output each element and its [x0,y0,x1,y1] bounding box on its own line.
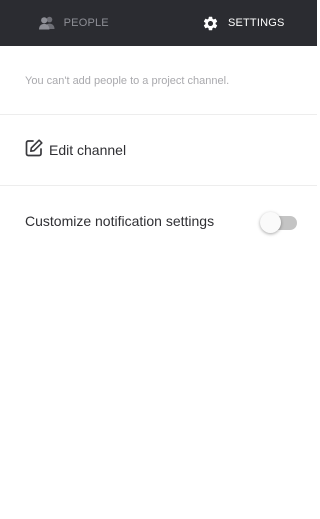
divider [0,114,317,115]
people-icon [38,16,55,30]
edit-channel-button[interactable]: Edit channel [25,138,127,162]
customize-notifications-label: Customize notification settings [25,213,215,229]
tab-settings[interactable]: SETTINGS [156,0,318,46]
edit-channel-label: Edit channel [49,142,127,158]
toggle-knob [260,212,281,233]
edit-icon [25,138,43,162]
tab-people[interactable]: PEOPLE [0,0,156,46]
gear-icon [202,15,219,32]
tab-bar: PEOPLE SETTINGS [0,0,317,46]
tab-settings-label: SETTINGS [227,17,285,29]
project-channel-notice: You can't add people to a project channe… [25,75,230,87]
divider [0,185,317,186]
notification-toggle[interactable] [260,212,297,233]
tab-people-label: PEOPLE [63,17,109,29]
